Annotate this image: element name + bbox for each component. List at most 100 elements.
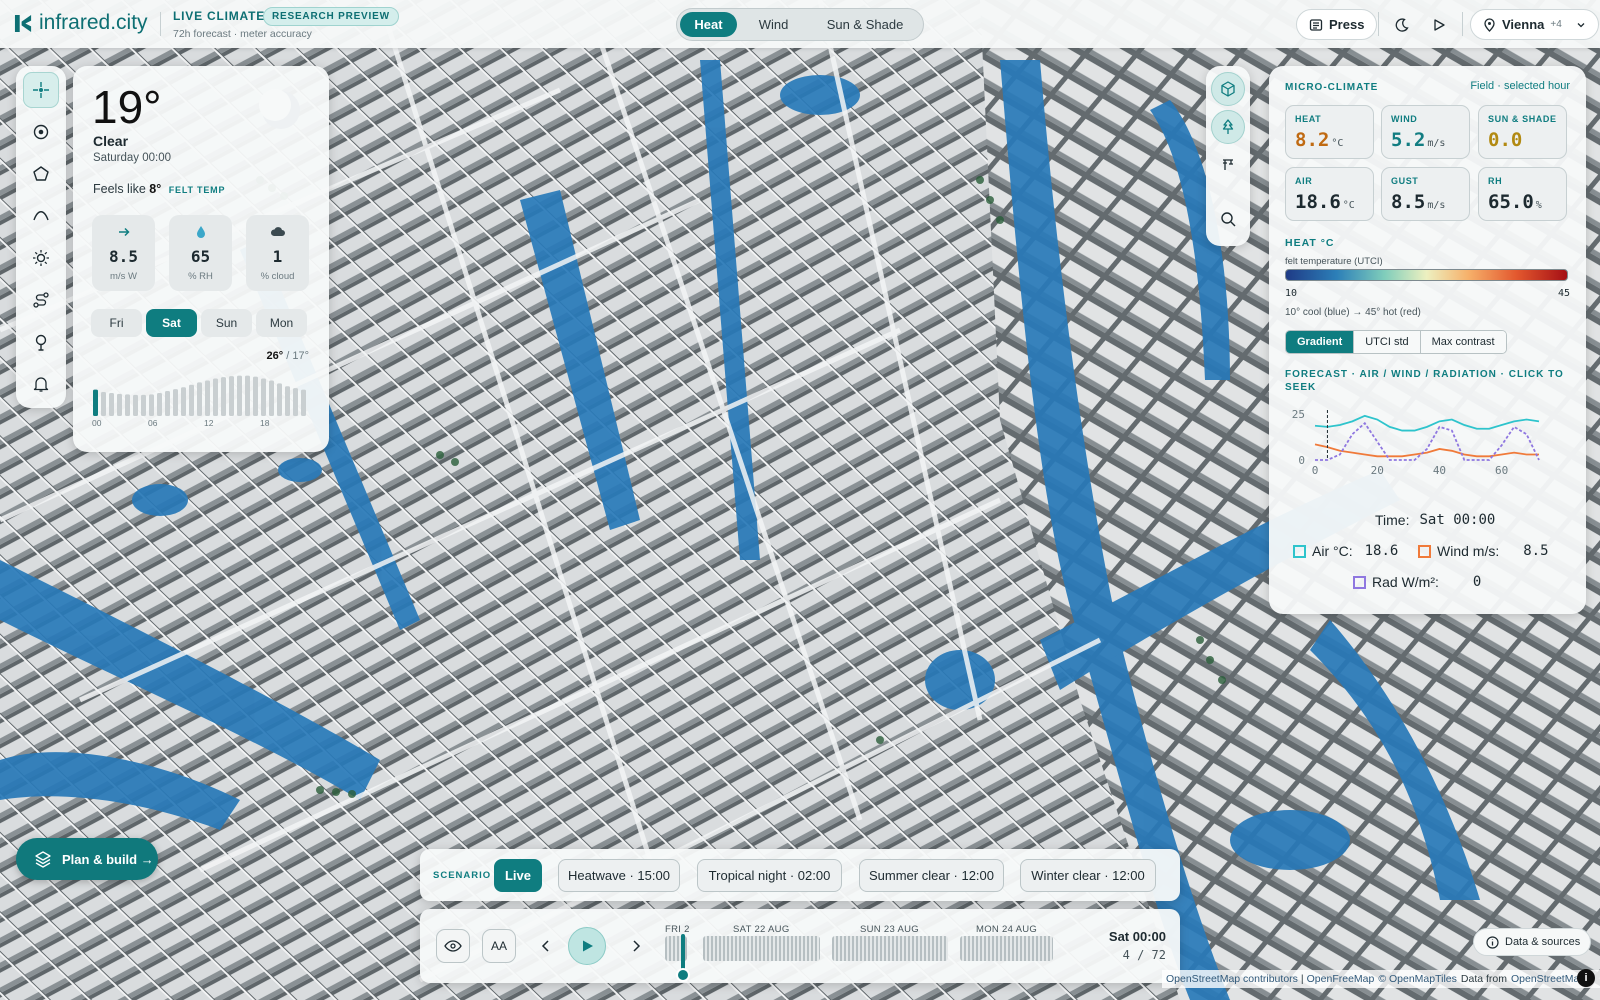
attribution-info-button[interactable]: i xyxy=(1577,969,1595,987)
location-select[interactable]: Vienna +4 xyxy=(1470,9,1599,40)
tool-polygon[interactable] xyxy=(23,156,59,192)
app-subtitle: 72h forecast · meter accuracy xyxy=(173,28,312,40)
scale-mode-gradient[interactable]: Gradient xyxy=(1286,331,1355,353)
hour-bar[interactable] xyxy=(133,394,138,416)
hour-bar[interactable] xyxy=(173,389,178,416)
forecast-chart[interactable]: 0 25 0 20 40 60 xyxy=(1279,406,1549,478)
tool-point[interactable] xyxy=(23,114,59,150)
tool-sun[interactable] xyxy=(23,240,59,276)
scenario-winter-clear[interactable]: Winter clear · 12:00 xyxy=(1020,859,1156,892)
cloud-stat: 1 % cloud xyxy=(246,215,309,291)
scenario-tropical-night[interactable]: Tropical night · 02:00 xyxy=(697,859,842,892)
hourly-temperature-bars[interactable] xyxy=(92,366,308,416)
route-icon xyxy=(33,292,49,308)
legend-wind[interactable]: Wind m/s: 8.5 xyxy=(1418,543,1549,559)
text-size-button[interactable]: AA xyxy=(482,929,516,963)
day-tab-mon[interactable]: Mon xyxy=(256,309,307,337)
day-track-sun[interactable] xyxy=(832,936,948,961)
hour-ticks: 00 06 12 18 xyxy=(92,418,308,432)
streetlight-button[interactable] xyxy=(1211,148,1245,182)
hour-bar[interactable] xyxy=(149,394,154,416)
hour-bar[interactable] xyxy=(141,394,146,416)
sun-shade-card[interactable]: SUN & SHADE 0.0 xyxy=(1478,105,1567,159)
hour-bar[interactable] xyxy=(253,376,258,416)
hour-bar[interactable] xyxy=(213,378,218,416)
legend-radiation[interactable]: Rad W/m²: 0 xyxy=(1353,574,1481,590)
scale-mode-utci-std[interactable]: UTCI std xyxy=(1354,331,1421,353)
view-3d-button[interactable] xyxy=(1211,72,1245,106)
hour-bar[interactable] xyxy=(189,384,194,416)
hour-bar[interactable] xyxy=(285,386,290,416)
view-toggle-button[interactable] xyxy=(436,929,470,963)
hour-bar[interactable] xyxy=(165,391,170,416)
hour-bar[interactable] xyxy=(221,377,226,416)
day-track-mon[interactable] xyxy=(960,936,1053,961)
attribution-openstreetmap[interactable]: OpenStreetMap xyxy=(1511,973,1585,985)
day-tab-fri[interactable]: Fri xyxy=(91,309,142,337)
moon-icon xyxy=(1395,18,1409,32)
hour-bar[interactable] xyxy=(229,376,234,416)
logo[interactable]: infrared.city xyxy=(14,11,148,35)
search-map-button[interactable] xyxy=(1211,202,1245,236)
hour-bar[interactable] xyxy=(117,393,122,416)
hour-bar[interactable] xyxy=(293,388,298,416)
tool-route[interactable] xyxy=(23,282,59,318)
day-low: / 17° xyxy=(286,350,309,362)
attribution-separator: | xyxy=(1300,973,1304,985)
next-hour-button[interactable] xyxy=(624,934,648,958)
layer-mode-switch: Heat Wind Sun & Shade xyxy=(676,8,924,41)
attribution-openfreemap[interactable]: OpenFreeMap xyxy=(1307,973,1375,985)
hour-bar[interactable] xyxy=(269,380,274,416)
hour-bar[interactable] xyxy=(197,382,202,416)
scale-mode-switch: Gradient UTCI std Max contrast xyxy=(1285,330,1507,354)
legend-air[interactable]: Air °C: 18.6 xyxy=(1293,543,1398,559)
feels-like-value: 8° xyxy=(149,182,162,196)
mode-heat[interactable]: Heat xyxy=(680,12,737,37)
heat-card[interactable]: HEAT 8.2 °C xyxy=(1285,105,1374,159)
scenario-heatwave[interactable]: Heatwave · 15:00 xyxy=(558,859,680,892)
hour-bar[interactable] xyxy=(93,389,98,416)
tool-line[interactable] xyxy=(23,198,59,234)
hour-bar[interactable] xyxy=(181,387,186,416)
attribution-openmaptiles[interactable]: © OpenMapTiles xyxy=(1378,973,1457,985)
prev-hour-button[interactable] xyxy=(534,934,558,958)
hour-bar[interactable] xyxy=(301,389,306,416)
scenario-live[interactable]: Live xyxy=(494,859,542,892)
timeline-bar: AA FRI 2 SAT 22 AUG SUN 23 AUG MON 24 AU… xyxy=(420,909,1180,983)
day-tab-sun[interactable]: Sun xyxy=(201,309,252,337)
play-button[interactable] xyxy=(568,927,606,965)
day-tab-sat[interactable]: Sat xyxy=(146,309,197,337)
theme-toggle-button[interactable] xyxy=(1390,13,1414,37)
scenario-summer-clear[interactable]: Summer clear · 12:00 xyxy=(859,859,1004,892)
hour-bar[interactable] xyxy=(277,383,282,416)
day-track-sat[interactable] xyxy=(703,936,820,961)
tool-locate[interactable] xyxy=(23,72,59,108)
attribution-osm-contributors[interactable]: OpenStreetMap contributors xyxy=(1166,973,1298,985)
hour-bar[interactable] xyxy=(245,375,250,416)
hour-bar[interactable] xyxy=(261,378,266,416)
micro-climate-title: MICRO-CLIMATE xyxy=(1285,82,1379,93)
trees-layer-button[interactable] xyxy=(1211,110,1245,144)
air-card[interactable]: AIR 18.6 °C xyxy=(1285,167,1374,221)
hour-bar[interactable] xyxy=(101,392,106,416)
hour-bar[interactable] xyxy=(205,380,210,416)
data-sources-button[interactable]: Data & sources xyxy=(1473,928,1591,956)
tool-tree[interactable] xyxy=(23,324,59,360)
mode-wind[interactable]: Wind xyxy=(737,12,810,37)
press-button[interactable]: Press xyxy=(1296,9,1378,40)
play-tour-button[interactable] xyxy=(1427,13,1451,37)
gust-card[interactable]: GUST 8.5 m/s xyxy=(1381,167,1470,221)
wind-card[interactable]: WIND 5.2 m/s xyxy=(1381,105,1470,159)
hour-bar[interactable] xyxy=(157,392,162,416)
scale-mode-max-contrast[interactable]: Max contrast xyxy=(1420,331,1506,353)
mode-sun-shade[interactable]: Sun & Shade xyxy=(810,12,920,37)
hour-bar[interactable] xyxy=(109,392,114,416)
time-label: Time: xyxy=(1375,512,1410,528)
plan-build-button[interactable]: Plan & build → xyxy=(16,838,158,880)
timeline-scrub-handle[interactable] xyxy=(676,968,690,982)
hour-bar[interactable] xyxy=(237,375,242,416)
heat-label: HEAT xyxy=(1295,114,1322,124)
rh-card[interactable]: RH 65.0% xyxy=(1478,167,1567,221)
hour-bar[interactable] xyxy=(125,394,130,416)
tool-alerts[interactable] xyxy=(23,366,59,402)
